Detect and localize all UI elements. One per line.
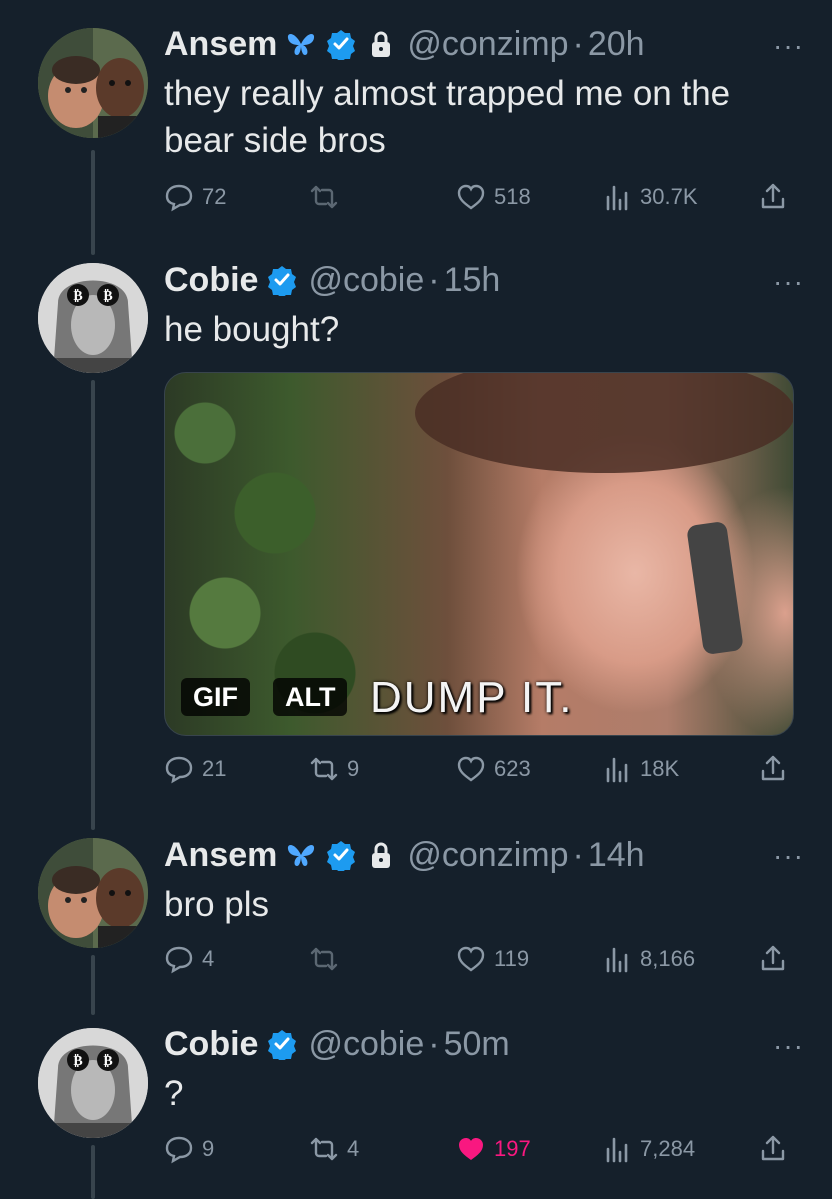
separator: ·	[428, 1024, 440, 1063]
timestamp[interactable]: 50m	[444, 1025, 510, 1064]
svg-text:₿: ₿	[73, 1053, 82, 1069]
display-name[interactable]: Cobie	[164, 1025, 258, 1064]
verified-icon	[268, 1030, 297, 1060]
share-button[interactable]	[758, 1134, 796, 1164]
views-icon	[606, 1137, 628, 1163]
more-options-icon[interactable]: ···	[773, 1030, 804, 1062]
tweet-cobie-2[interactable]: ₿ ₿ Cobie @cobie · 50m ? ··· 9 4 197 7,2…	[0, 0, 832, 1199]
reply-button[interactable]: 9	[164, 1134, 214, 1164]
views-button[interactable]: 7,284	[602, 1134, 695, 1164]
tweet-text: ?	[164, 1074, 184, 1113]
handle[interactable]: @cobie	[308, 1025, 424, 1064]
like-count: 197	[494, 1136, 531, 1161]
retweet-button[interactable]: 4	[309, 1134, 359, 1164]
like-button[interactable]: 197	[456, 1134, 531, 1164]
avatar[interactable]: ₿ ₿	[38, 1028, 148, 1138]
action-bar: 9 4 197 7,284	[164, 1134, 792, 1174]
retweet-count: 4	[347, 1136, 360, 1161]
reply-icon	[165, 1136, 193, 1164]
retweet-icon	[310, 1137, 338, 1161]
view-count: 7,284	[640, 1136, 696, 1161]
share-icon	[761, 1135, 785, 1161]
svg-text:₿: ₿	[103, 1053, 112, 1069]
heart-filled-icon	[459, 1138, 483, 1160]
tweet-header: Cobie @cobie · 50m	[164, 1022, 792, 1066]
reply-count: 9	[202, 1136, 215, 1161]
